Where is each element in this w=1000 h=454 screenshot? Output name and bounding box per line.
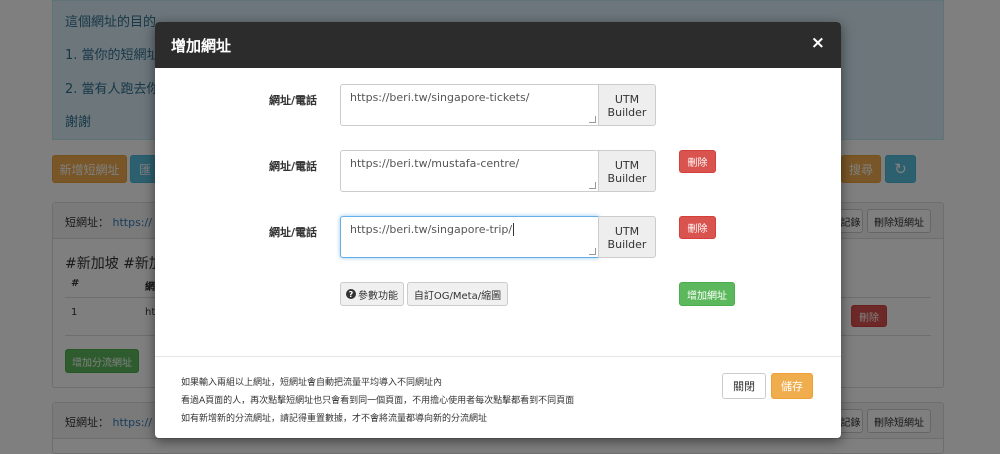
question-circle-icon: ? [346, 289, 356, 299]
url-row: 網址/電話 https://beri.tw/singapore-tickets/… [155, 84, 841, 128]
url-input[interactable]: https://beri.tw/singapore-trip/ [340, 216, 599, 258]
resize-handle-icon[interactable] [589, 248, 596, 255]
custom-og-button[interactable]: 自訂OG/Meta/縮圖 [407, 282, 508, 306]
note-line: 如果輸入兩組以上網址，短網址會自動把流量平均導入不同網址內 [181, 378, 443, 388]
delete-url-button[interactable]: 刪除 [679, 150, 716, 173]
params-button[interactable]: ? 參數功能 [340, 282, 404, 306]
url-input[interactable]: https://beri.tw/mustafa-centre/ [340, 150, 599, 192]
modal-header: 增加網址 × [155, 22, 841, 68]
note-line: 如有新增新的分流網址，請記得重置數據，才不會將流量都導向新的分流網址 [181, 414, 488, 424]
save-button[interactable]: 儲存 [771, 373, 813, 399]
url-row: 網址/電話 https://beri.tw/mustafa-centre/ UT… [155, 150, 841, 194]
url-row: 網址/電話 https://beri.tw/singapore-trip/ UT… [155, 216, 841, 260]
resize-handle-icon[interactable] [589, 116, 596, 123]
utm-builder-button[interactable]: UTM Builder [598, 150, 656, 192]
resize-handle-icon[interactable] [589, 182, 596, 189]
text-cursor [513, 223, 515, 236]
note-line: 看過A頁面的人，再次點擊短網址也只會看到同一個頁面，不用擔心使用者每次點擊都看到… [181, 396, 575, 406]
close-icon[interactable]: × [811, 33, 825, 53]
url-label: 網址/電話 [269, 226, 318, 239]
modal-footer: 如果輸入兩組以上網址，短網址會自動把流量平均導入不同網址內 看過A頁面的人，再次… [155, 356, 841, 438]
delete-url-button[interactable]: 刪除 [679, 216, 716, 239]
utm-builder-button[interactable]: UTM Builder [598, 216, 656, 258]
add-url-modal: 增加網址 × 網址/電話 https://beri.tw/singapore-t… [155, 22, 841, 438]
modal-title: 增加網址 [171, 37, 232, 55]
add-url-button[interactable]: 增加網址 [679, 282, 735, 306]
utm-builder-button[interactable]: UTM Builder [598, 84, 656, 126]
close-button[interactable]: 關閉 [722, 373, 766, 399]
url-input[interactable]: https://beri.tw/singapore-tickets/ [340, 84, 599, 126]
url-label: 網址/電話 [269, 94, 318, 107]
url-label: 網址/電話 [269, 160, 318, 173]
